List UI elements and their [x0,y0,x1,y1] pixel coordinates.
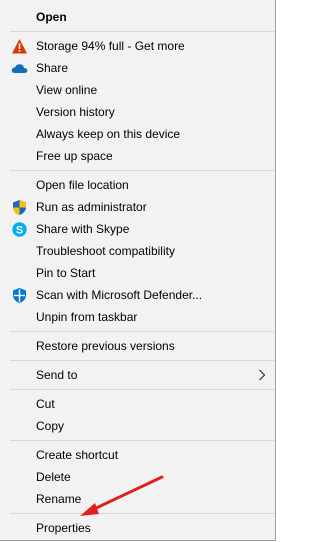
menu-item-label: View online [36,83,98,97]
menu-separator [10,440,275,441]
menu-item-label: Always keep on this device [36,127,181,141]
menu-item-view-online[interactable]: View online [0,79,274,101]
skype-icon: S [12,222,27,237]
menu-separator [10,170,275,171]
menu-item-label: Unpin from taskbar [36,310,138,324]
menu-item-always-keep[interactable]: Always keep on this device [0,123,274,145]
defender-icon [13,288,26,303]
menu-item-storage[interactable]: Storage 94% full - Get more [0,35,274,57]
menu-item-rename[interactable]: Rename [0,488,274,510]
menu-separator [10,360,275,361]
context-menu: Open Storage 94% full - Get more Share V… [0,0,276,541]
menu-item-copy[interactable]: Copy [0,415,274,437]
menu-item-label: Share [36,61,69,75]
menu-item-unpin-taskbar[interactable]: Unpin from taskbar [0,306,274,328]
menu-item-label: Open file location [36,178,129,192]
menu-separator [10,389,275,390]
menu-item-free-up-space[interactable]: Free up space [0,145,274,167]
menu-item-label: Open [36,10,67,24]
menu-item-label: Copy [36,419,65,433]
menu-separator [10,513,275,514]
menu-item-label: Properties [36,521,91,535]
menu-item-version-history[interactable]: Version history [0,101,274,123]
menu-item-label: Free up space [36,149,113,163]
menu-item-troubleshoot[interactable]: Troubleshoot compatibility [0,240,274,262]
menu-item-share[interactable]: Share [0,57,274,79]
menu-item-pin-to-start[interactable]: Pin to Start [0,262,274,284]
menu-item-label: Rename [36,492,82,506]
menu-item-label: Create shortcut [36,448,119,462]
menu-item-open-file-location[interactable]: Open file location [0,174,274,196]
uac-shield-icon [13,200,26,215]
menu-item-restore-versions[interactable]: Restore previous versions [0,335,274,357]
menu-item-label: Cut [36,397,55,411]
menu-item-cut[interactable]: Cut [0,393,274,415]
menu-item-label: Share with Skype [36,222,130,236]
menu-item-label: Run as administrator [36,200,147,214]
menu-separator [10,31,275,32]
menu-item-properties[interactable]: Properties [0,517,274,539]
menu-item-delete[interactable]: Delete [0,466,274,488]
menu-item-label: Send to [36,368,78,382]
menu-item-scan-defender[interactable]: Scan with Microsoft Defender... [0,284,274,306]
onedrive-cloud-icon [11,64,28,73]
menu-separator [10,331,275,332]
menu-item-label: Pin to Start [36,266,96,280]
menu-item-label: Scan with Microsoft Defender... [36,288,203,302]
menu-item-share-skype[interactable]: S Share with Skype [0,218,274,240]
menu-item-label: Version history [36,105,115,119]
menu-item-label: Troubleshoot compatibility [36,244,175,258]
chevron-right-icon [259,369,266,381]
menu-item-label: Restore previous versions [36,339,175,353]
menu-item-create-shortcut[interactable]: Create shortcut [0,444,274,466]
menu-item-run-as-admin[interactable]: Run as administrator [0,196,274,218]
warning-triangle-icon [12,39,27,54]
menu-item-open[interactable]: Open [0,6,274,28]
menu-item-label: Storage 94% full - Get more [36,39,185,53]
svg-text:S: S [16,224,23,236]
menu-item-send-to[interactable]: Send to [0,364,274,386]
menu-item-label: Delete [36,470,71,484]
